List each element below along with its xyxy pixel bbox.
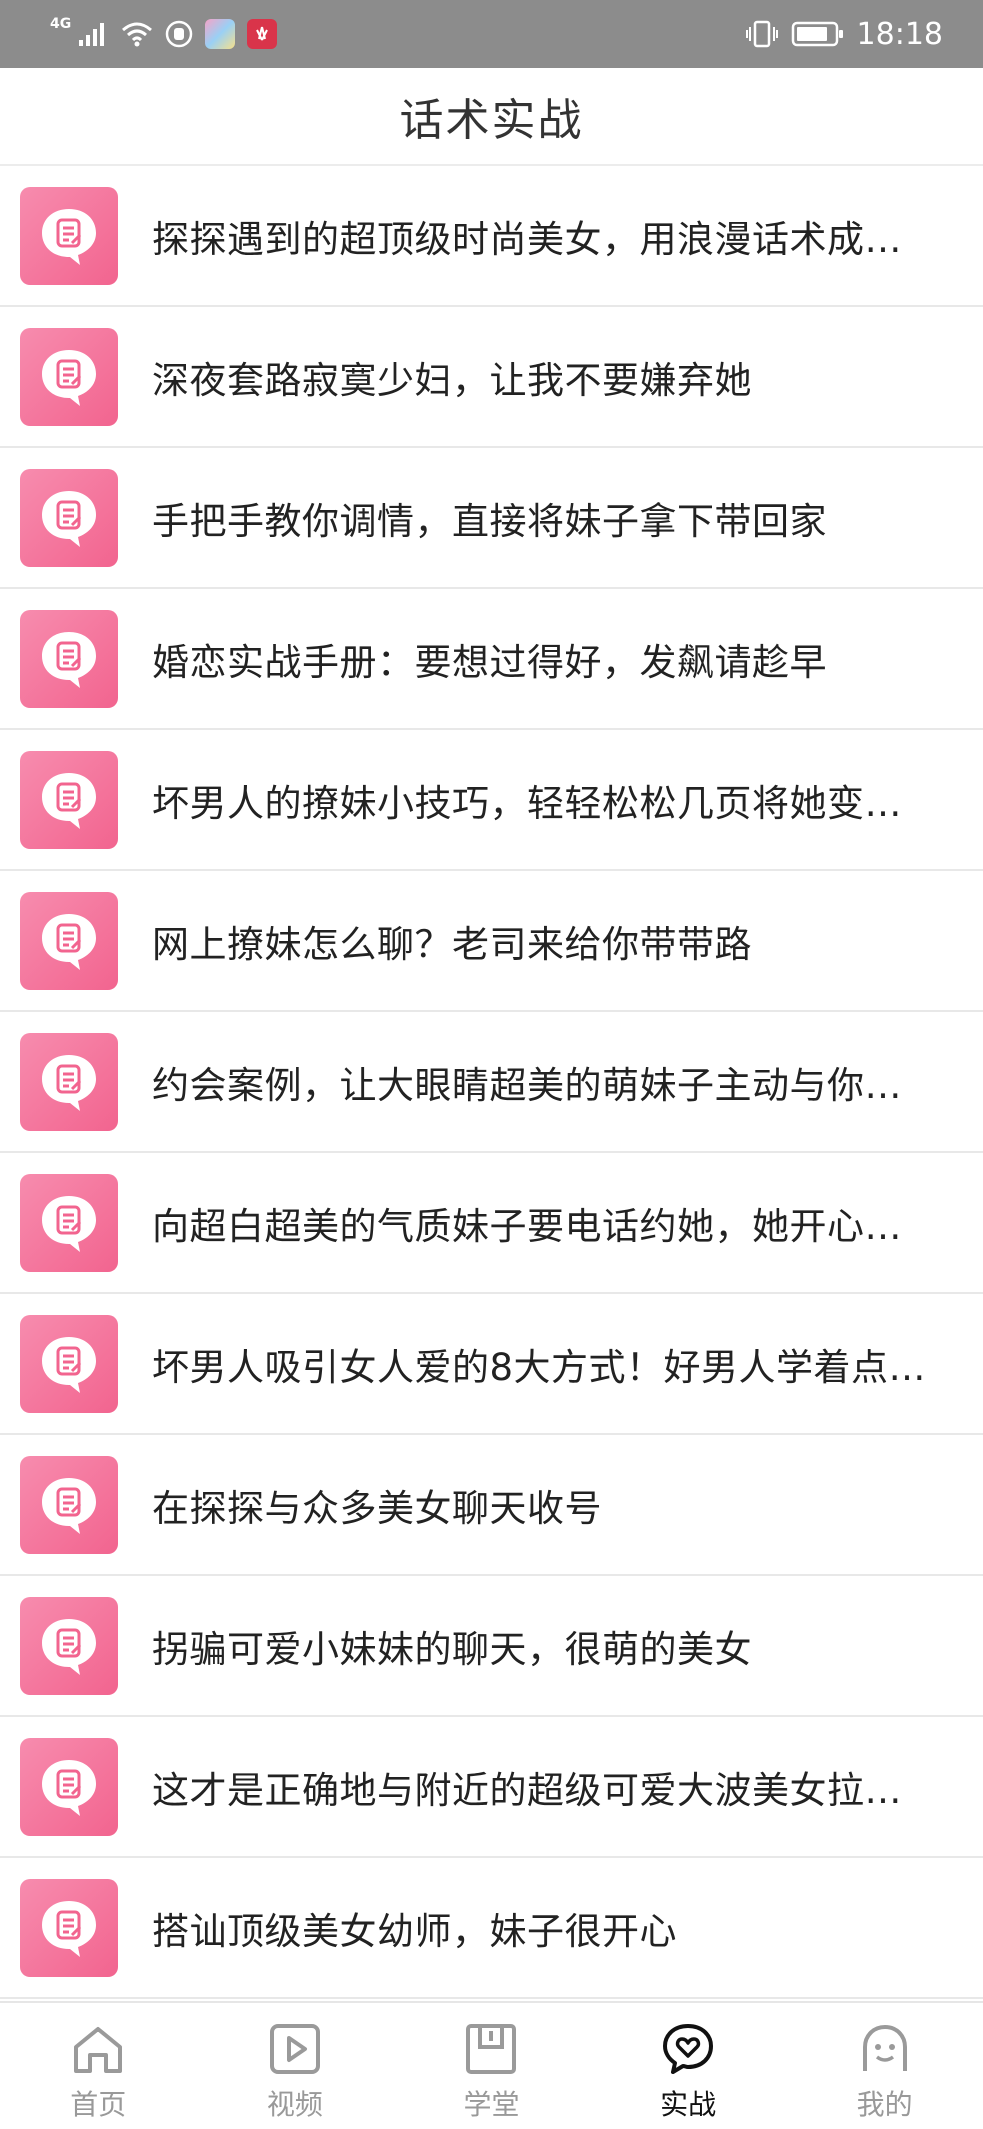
list-item-title: 向超白超美的气质妹子要电话约她，她开心… — [152, 1204, 902, 1248]
app-notification-icon — [205, 19, 236, 49]
chat-document-icon — [20, 327, 118, 426]
list-item-title: 坏男人的撩妹小技巧，轻轻松松几页将她变… — [152, 781, 902, 825]
status-bar-left: 4G — [50, 16, 278, 49]
page-title: 话术实战 — [399, 95, 584, 146]
network-type: 4G — [50, 16, 72, 32]
chat-document-icon — [20, 609, 118, 708]
chat-document-icon — [20, 891, 118, 990]
bottom-tab-bar: 首页 视频 学堂 实战 我的 — [0, 2001, 983, 2129]
tab-practice[interactable]: 实战 — [590, 2003, 787, 2129]
list-item[interactable]: 探探遇到的超顶级时尚美女，用浪漫话术成… — [0, 166, 983, 307]
tab-mine[interactable]: 我的 — [786, 2003, 983, 2129]
list-item[interactable]: 这才是正确地与附近的超级可爱大波美女拉… — [0, 1717, 983, 1858]
list-item[interactable]: 深夜套路寂寞少妇，让我不要嫌弃她 — [0, 307, 983, 448]
status-bar: 4G 18:18 — [0, 0, 983, 68]
user-face-icon — [857, 2021, 913, 2077]
list-item-title: 深夜套路寂寞少妇，让我不要嫌弃她 — [152, 358, 752, 402]
page-header: 话术实战 — [0, 68, 983, 166]
list-item[interactable]: 坏男人的撩妹小技巧，轻轻松松几页将她变… — [0, 730, 983, 871]
list-item[interactable]: 婚恋实战手册：要想过得好，发飙请趁早 — [0, 589, 983, 730]
hand-icon — [165, 20, 193, 48]
video-play-icon — [267, 2021, 323, 2077]
list-item-title: 探探遇到的超顶级时尚美女，用浪漫话术成… — [152, 217, 902, 261]
list-item[interactable]: 手把手教你调情，直接将妹子拿下带回家 — [0, 448, 983, 589]
list-item-title: 约会案例，让大眼睛超美的萌妹子主动与你… — [152, 1063, 902, 1107]
heart-chat-icon — [660, 2021, 716, 2077]
list-item-title: 网上撩妹怎么聊？老司来给你带带路 — [152, 922, 752, 966]
list-item-title: 坏男人吸引女人爱的8大方式！好男人学着点… — [152, 1345, 927, 1389]
home-icon — [70, 2021, 126, 2077]
vibrate-icon — [745, 19, 779, 49]
tab-label: 视频 — [266, 2088, 323, 2121]
tab-label: 首页 — [70, 2088, 127, 2121]
list-item[interactable]: 约会案例，让大眼睛超美的萌妹子主动与你… — [0, 1012, 983, 1153]
list-item[interactable]: 坏男人吸引女人爱的8大方式！好男人学着点… — [0, 1294, 983, 1435]
wifi-icon — [121, 21, 153, 47]
list-item-title: 这才是正确地与附近的超级可爱大波美女拉… — [152, 1768, 902, 1812]
list-item[interactable]: 拐骗可爱小妹妹的聊天，很萌的美女 — [0, 1576, 983, 1717]
chat-document-icon — [20, 186, 118, 285]
chat-document-icon — [20, 750, 118, 849]
status-bar-right: 18:18 — [745, 17, 943, 52]
list-item-title: 手把手教你调情，直接将妹子拿下带回家 — [152, 499, 827, 543]
list-item-title: 搭讪顶级美女幼师，妹子很开心 — [152, 1909, 677, 1953]
tab-video[interactable]: 视频 — [197, 2003, 394, 2129]
chat-document-icon — [20, 1737, 118, 1836]
signal-icon — [77, 20, 109, 48]
battery-icon — [791, 20, 845, 48]
chat-document-icon — [20, 1596, 118, 1695]
tab-label: 我的 — [856, 2088, 913, 2121]
chat-document-icon — [20, 1032, 118, 1131]
list-item[interactable]: 搭讪顶级美女幼师，妹子很开心 — [0, 1858, 983, 1999]
chat-document-icon — [20, 1878, 118, 1977]
tab-label: 实战 — [660, 2088, 717, 2121]
list-item[interactable]: 在探探与众多美女聊天收号 — [0, 1435, 983, 1576]
status-time: 18:18 — [856, 16, 943, 52]
huawei-app-icon — [247, 19, 278, 49]
list-item[interactable]: 网上撩妹怎么聊？老司来给你带带路 — [0, 871, 983, 1012]
list-item[interactable]: 向超白超美的气质妹子要电话约她，她开心… — [0, 1153, 983, 1294]
book-icon — [463, 2021, 519, 2077]
tab-label: 学堂 — [463, 2088, 520, 2121]
article-list: 探探遇到的超顶级时尚美女，用浪漫话术成… 深夜套路寂寞少妇，让我不要嫌弃她手把手教… — [0, 166, 983, 2001]
tab-school[interactable]: 学堂 — [393, 2003, 590, 2129]
list-item-title: 拐骗可爱小妹妹的聊天，很萌的美女 — [152, 1627, 752, 1671]
chat-document-icon — [20, 1173, 118, 1272]
chat-document-icon — [20, 1314, 118, 1413]
chat-document-icon — [20, 1455, 118, 1554]
chat-document-icon — [20, 468, 118, 567]
tab-home[interactable]: 首页 — [0, 2003, 197, 2129]
list-item-title: 在探探与众多美女聊天收号 — [152, 1486, 602, 1530]
list-item-title: 婚恋实战手册：要想过得好，发飙请趁早 — [152, 640, 827, 684]
